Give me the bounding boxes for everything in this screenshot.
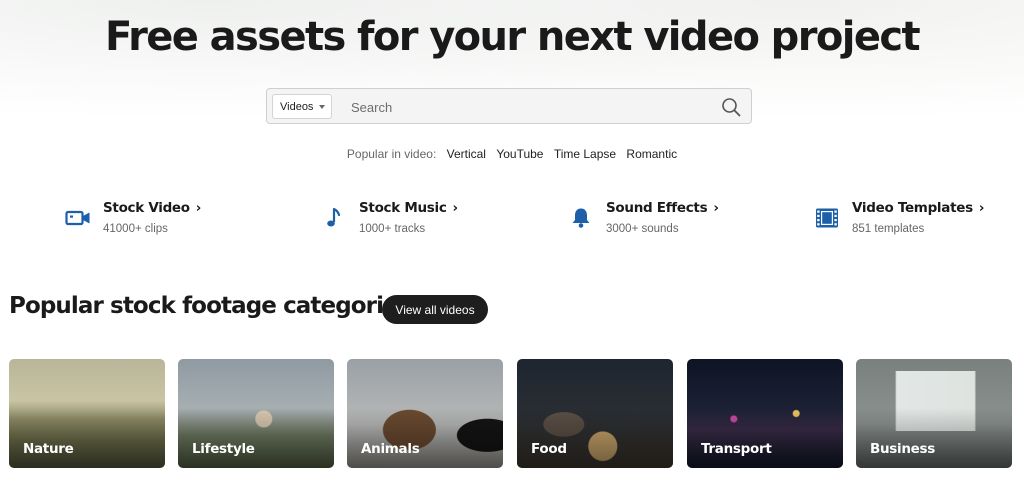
bell-icon xyxy=(572,208,590,228)
category-label: Animals xyxy=(361,441,420,457)
category-label: Food xyxy=(531,441,567,457)
category-card-lifestyle[interactable]: Lifestyle xyxy=(178,359,334,468)
section-title: Popular stock footage categories xyxy=(9,293,412,319)
asset-title: Stock Music › xyxy=(359,200,458,216)
category-label: Nature xyxy=(23,441,74,457)
music-note-icon xyxy=(327,207,341,227)
popular-tag-youtube[interactable]: YouTube xyxy=(496,147,543,161)
asset-title: Stock Video › xyxy=(103,200,202,216)
asset-link-sound-effects[interactable]: Sound Effects › 3000+ sounds xyxy=(568,198,728,242)
view-all-videos-button[interactable]: View all videos xyxy=(382,295,488,324)
film-strip-icon xyxy=(816,208,838,228)
category-label: Transport xyxy=(701,441,772,457)
popular-tag-time-lapse[interactable]: Time Lapse xyxy=(554,147,616,161)
category-card-transport[interactable]: Transport xyxy=(687,359,843,468)
asset-title: Video Templates › xyxy=(852,200,985,216)
asset-count: 851 templates xyxy=(852,223,925,235)
popular-searches: Popular in video: Vertical YouTube Time … xyxy=(0,147,1024,161)
asset-count: 1000+ tracks xyxy=(359,223,426,235)
search-bar: Videos xyxy=(266,88,752,124)
asset-link-stock-music[interactable]: Stock Music › 1000+ tracks xyxy=(321,198,471,242)
asset-count: 3000+ sounds xyxy=(606,223,679,235)
popular-label: Popular in video: xyxy=(346,147,437,161)
video-camera-icon xyxy=(65,210,90,226)
search-input[interactable] xyxy=(349,94,713,121)
category-card-business[interactable]: Business xyxy=(856,359,1012,468)
asset-link-video-templates[interactable]: Video Templates › 851 templates xyxy=(814,198,984,242)
category-label: Business xyxy=(870,441,936,457)
category-card-nature[interactable]: Nature xyxy=(9,359,165,468)
search-type-label: Videos xyxy=(280,100,314,113)
search-icon[interactable] xyxy=(721,97,741,117)
category-card-food[interactable]: Food xyxy=(517,359,673,468)
chevron-right-icon: › xyxy=(978,200,985,216)
caret-down-icon xyxy=(319,105,325,109)
asset-title: Sound Effects › xyxy=(606,200,719,216)
category-card-animals[interactable]: Animals xyxy=(347,359,503,468)
popular-tag-romantic[interactable]: Romantic xyxy=(626,147,677,161)
asset-link-stock-video[interactable]: Stock Video › 41000+ clips xyxy=(65,198,215,242)
popular-tag-vertical[interactable]: Vertical xyxy=(447,147,486,161)
search-type-dropdown[interactable]: Videos xyxy=(272,94,332,119)
category-label: Lifestyle xyxy=(192,441,255,457)
page-title: Free assets for your next video project xyxy=(104,14,921,60)
chevron-right-icon: › xyxy=(713,200,719,216)
chevron-right-icon: › xyxy=(452,200,459,216)
chevron-right-icon: › xyxy=(195,200,202,216)
asset-count: 41000+ clips xyxy=(103,223,168,235)
